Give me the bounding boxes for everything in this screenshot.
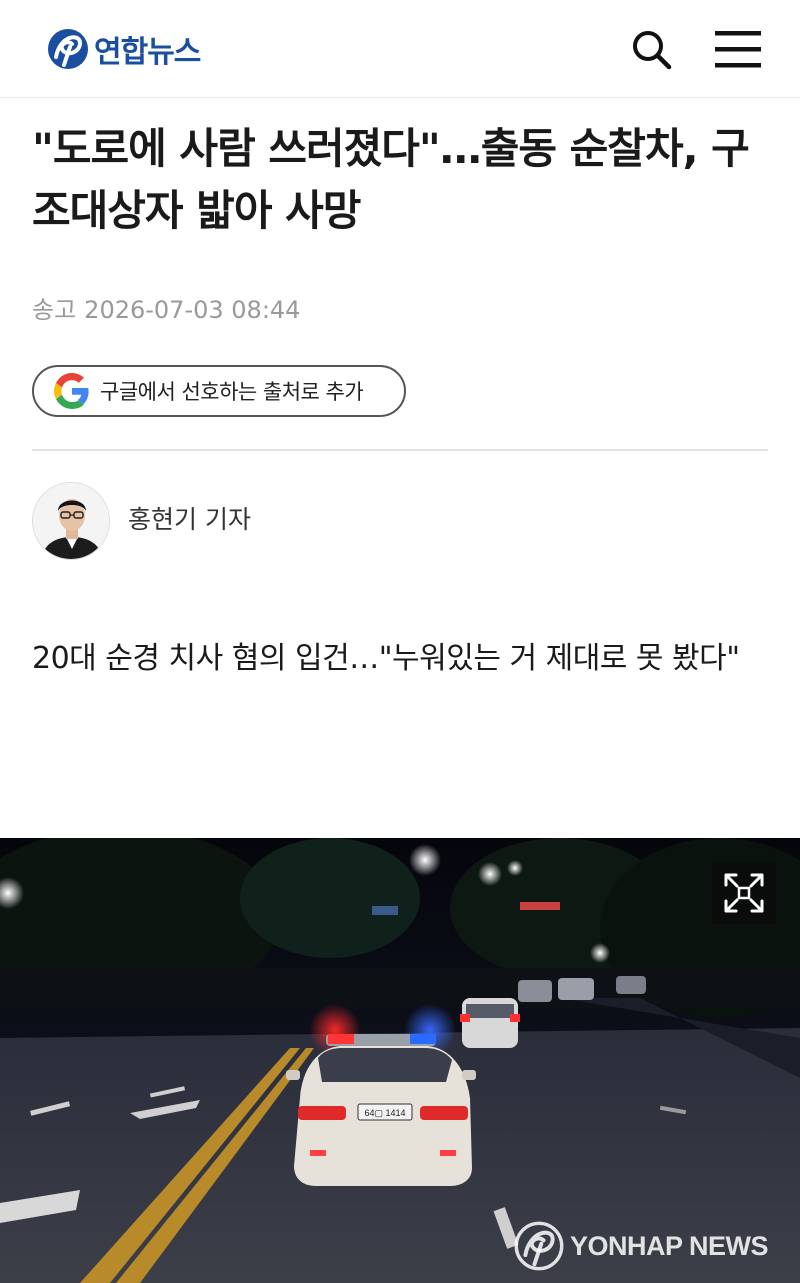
reporter-name[interactable]: 홍현기 기자 xyxy=(128,500,251,536)
site-logo[interactable]: 연합뉴스 xyxy=(46,24,201,74)
google-button-label: 구글에서 선호하는 출처로 추가 xyxy=(100,380,364,404)
yonhap-watermark: YONHAP NEWS xyxy=(514,1218,769,1274)
search-icon xyxy=(633,31,672,70)
expand-icon xyxy=(724,873,764,913)
yonhap-logo-icon xyxy=(48,29,88,69)
google-preferred-source-button[interactable]: 구글에서 선호하는 출처로 추가 xyxy=(32,365,406,417)
article-photo: 64▢ 1414 xyxy=(0,838,800,1283)
search-button[interactable] xyxy=(628,26,674,72)
article-subtitle: 20대 순경 치사 혐의 입건…"누워있는 거 제대로 못 봤다" xyxy=(32,641,740,676)
publish-datetime: 송고 2026-07-03 08:44 xyxy=(32,290,308,325)
article-headline: "도로에 사람 쓰러졌다"…출동 순찰차, 구조대상자 밟아 사망 xyxy=(32,124,750,235)
license-plate: 64▢ 1414 xyxy=(364,1108,405,1118)
watermark-text: YONHAP NEWS xyxy=(570,1230,769,1261)
google-g-icon xyxy=(54,373,89,409)
night-road-scene: 64▢ 1414 xyxy=(0,838,800,1283)
top-header: 연합뉴스 xyxy=(0,0,800,98)
reporter-avatar[interactable] xyxy=(32,482,110,560)
date-label: 송고 xyxy=(32,296,77,324)
logo-text: 연합뉴스 xyxy=(94,35,201,70)
expand-image-button[interactable] xyxy=(712,862,776,924)
section-divider xyxy=(32,449,768,451)
menu-button[interactable] xyxy=(712,26,764,72)
reporter-photo xyxy=(33,483,109,559)
yonhap-watermark-icon xyxy=(514,1221,564,1271)
date-value: 2026-07-03 08:44 xyxy=(84,296,301,324)
hamburger-menu-icon xyxy=(715,31,761,68)
